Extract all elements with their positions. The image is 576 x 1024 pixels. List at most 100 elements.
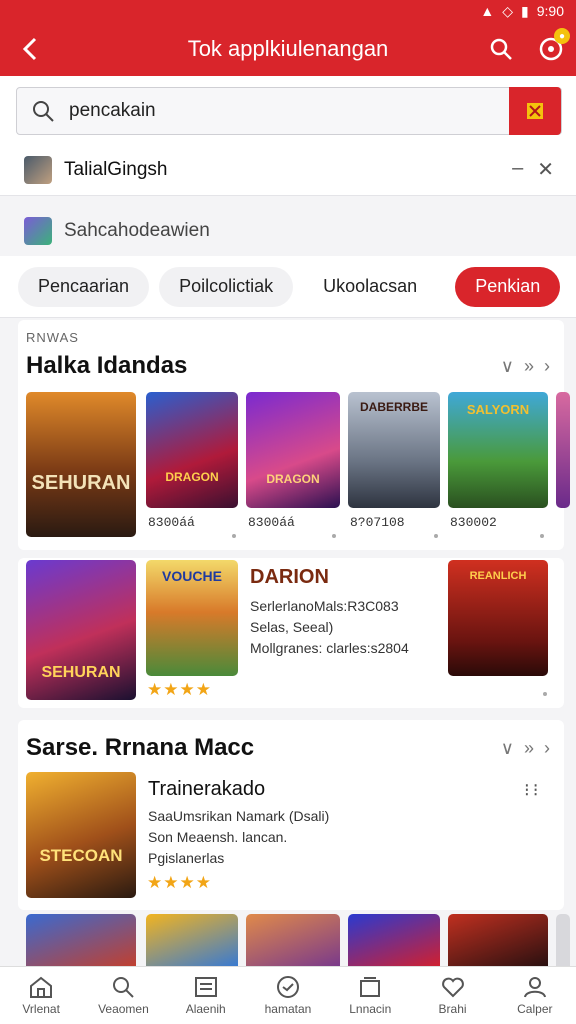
avatar bbox=[24, 155, 52, 184]
nav-label: Lnnacin bbox=[349, 1002, 392, 1016]
search-button[interactable] bbox=[476, 22, 526, 76]
item-art-text: STECOAN bbox=[39, 846, 123, 865]
minimize-icon[interactable]: – bbox=[512, 157, 523, 182]
heart-icon bbox=[441, 977, 464, 998]
poster-text: SEHURAN bbox=[41, 664, 121, 681]
tile-caption: 8?07108 bbox=[350, 515, 405, 530]
game-tile[interactable]: DRAGON bbox=[246, 392, 340, 508]
tile-caption: 8300áá bbox=[248, 515, 295, 530]
detail-line: SerlerlanoMals:R3C083 bbox=[250, 598, 399, 614]
detail-line: Mollgranes: clarles:s2804 bbox=[250, 640, 409, 656]
tile-art: DRAGON bbox=[165, 470, 219, 484]
back-arrow-icon bbox=[22, 37, 37, 61]
more-dot-icon bbox=[332, 534, 336, 538]
more-dot-icon bbox=[232, 534, 236, 538]
tile-art: SALYORN bbox=[466, 402, 530, 417]
item-title[interactable]: Trainerakado bbox=[148, 778, 265, 801]
game-tile[interactable] bbox=[146, 914, 238, 966]
nav-label: Calper bbox=[517, 1002, 553, 1016]
section-title: Sarse. Rrnana Macc bbox=[26, 734, 255, 761]
game-logo: DARION bbox=[250, 566, 329, 588]
app-bar: Tok applkiulenangan ● bbox=[0, 22, 576, 76]
thumb-text: VOUCHE bbox=[162, 568, 222, 584]
nav-home[interactable]: Vrlenat bbox=[0, 967, 82, 1024]
signal-icon: ▲ bbox=[480, 3, 495, 19]
nav-apps[interactable]: Alaenih bbox=[165, 967, 247, 1024]
suggestion-label: TalialGingsh bbox=[64, 158, 168, 180]
section-title: Halka Idandas bbox=[26, 352, 188, 379]
nav-label: Brahi bbox=[438, 1002, 467, 1016]
chip-search[interactable]: Pencaarian bbox=[18, 266, 150, 307]
nav-library[interactable]: Lnnacin bbox=[329, 967, 411, 1024]
search-box bbox=[16, 87, 562, 135]
side-art-text: REANLICH bbox=[469, 570, 527, 582]
list-icon bbox=[194, 977, 217, 997]
more-dot-icon bbox=[434, 534, 438, 538]
suggestion-label: Sahcahodeawien bbox=[64, 220, 210, 241]
featured-details: SerlerlanoMals:R3C083 Selas, Seeal) Moll… bbox=[250, 596, 409, 659]
featured-side-art[interactable]: REANLICH bbox=[448, 560, 548, 676]
search-field-icon bbox=[17, 99, 69, 123]
profile-icon bbox=[523, 977, 546, 998]
chip-category[interactable]: Ukoolacsan bbox=[303, 267, 437, 307]
nav-label: Veaomen bbox=[98, 1002, 149, 1016]
featured-thumbnail[interactable]: VOUCHE bbox=[146, 560, 238, 676]
game-tile[interactable]: DABERRBE bbox=[348, 392, 440, 508]
game-tile[interactable] bbox=[556, 914, 570, 966]
more-dot-icon bbox=[540, 534, 544, 538]
rating-stars-icon: ★★★★ bbox=[147, 680, 212, 699]
featured-poster[interactable]: SEHURAN bbox=[26, 560, 136, 700]
library-icon bbox=[360, 977, 381, 997]
app-list-item-art[interactable]: STECOAN bbox=[26, 772, 136, 898]
search-bar bbox=[0, 76, 576, 144]
detail-line: SaaUmsrikan Namark (Dsali) bbox=[148, 808, 330, 824]
game-tile[interactable] bbox=[348, 914, 440, 966]
nav-label: hamatan bbox=[264, 1002, 312, 1016]
filter-button[interactable] bbox=[509, 87, 561, 135]
nav-label: Vrlenat bbox=[22, 1002, 60, 1016]
chevron-right-icon[interactable]: › bbox=[544, 356, 550, 377]
game-tile[interactable] bbox=[26, 914, 136, 966]
gamepad-icon bbox=[276, 976, 299, 998]
detail-line: Son Meaensh. lancan. bbox=[148, 829, 288, 845]
chevron-right-icon[interactable]: › bbox=[544, 738, 550, 759]
search-icon bbox=[490, 38, 512, 60]
nav-search[interactable]: Veaomen bbox=[82, 967, 164, 1024]
suggestion-row[interactable]: Sahcahodeawien bbox=[0, 206, 576, 256]
game-tile[interactable] bbox=[556, 392, 570, 508]
game-tile[interactable] bbox=[448, 914, 548, 966]
search-input[interactable] bbox=[69, 100, 509, 122]
chip-active[interactable]: Penkian bbox=[455, 266, 561, 307]
close-icon[interactable]: ✕ bbox=[537, 157, 554, 182]
tile-art: DRAGON bbox=[266, 472, 320, 486]
detail-line: Selas, Seeal) bbox=[250, 619, 334, 635]
notifications-button[interactable]: ● bbox=[526, 22, 576, 76]
game-tile[interactable] bbox=[246, 914, 340, 966]
chevron-down-icon[interactable]: ∨ bbox=[501, 356, 514, 377]
game-tile[interactable]: SEHURAN bbox=[26, 392, 136, 537]
back-button[interactable] bbox=[0, 22, 60, 76]
double-chevron-icon[interactable]: » bbox=[524, 356, 534, 377]
wifi-icon: ◇ bbox=[502, 2, 514, 19]
chevron-down-icon[interactable]: ∨ bbox=[501, 738, 514, 759]
notification-badge-icon: ● bbox=[554, 28, 570, 44]
suggestion-row[interactable]: TalialGingsh – ✕ bbox=[0, 144, 576, 196]
more-options-icon[interactable]: ⁝⁝ bbox=[524, 780, 541, 801]
nav-wishlist[interactable]: Brahi bbox=[411, 967, 493, 1024]
item-details: SaaUmsrikan Namark (Dsali) Son Meaensh. … bbox=[148, 806, 329, 869]
chip-collection[interactable]: Poilcolictiak bbox=[159, 266, 294, 307]
filter-chips: Pencaarian Poilcolictiak Ukoolacsan Penk… bbox=[0, 256, 576, 318]
divider bbox=[0, 196, 576, 206]
game-tile[interactable]: SALYORN bbox=[448, 392, 548, 508]
status-bar: ▲ ◇ ▮ 9:90 bbox=[0, 0, 576, 22]
nav-games[interactable]: hamatan bbox=[247, 967, 329, 1024]
game-tile[interactable]: DRAGON bbox=[146, 392, 238, 508]
nav-profile[interactable]: Calper bbox=[494, 967, 576, 1024]
tile-art: SEHURAN bbox=[31, 472, 131, 494]
double-chevron-icon[interactable]: » bbox=[524, 738, 534, 759]
section-nav: ∨ » › bbox=[501, 738, 550, 759]
more-dot-icon bbox=[543, 692, 547, 696]
app-icon bbox=[24, 217, 52, 245]
filter-icon bbox=[527, 103, 543, 119]
nav-label: Alaenih bbox=[185, 1002, 226, 1016]
